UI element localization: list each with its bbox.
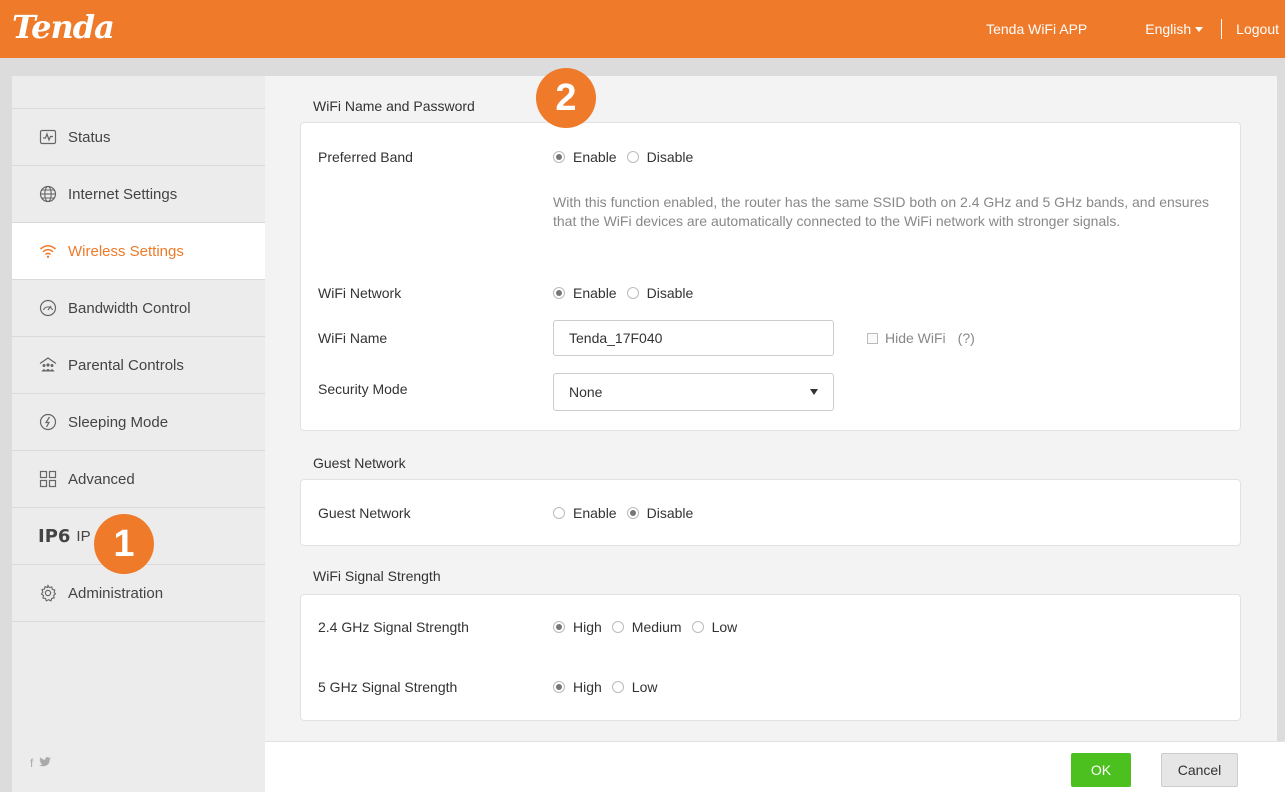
sidebar-item-bandwidth-control[interactable]: Bandwidth Control	[12, 280, 265, 337]
wifi-network-label: WiFi Network	[318, 285, 402, 301]
globe-icon	[38, 184, 58, 204]
dropdown-arrow-icon	[810, 389, 818, 395]
hide-wifi-help-link[interactable]: (?)	[958, 330, 975, 346]
language-dropdown[interactable]: English	[1145, 21, 1204, 37]
divider	[1221, 19, 1223, 39]
wifi-icon	[38, 241, 58, 261]
sidebar-item-internet-settings[interactable]: Internet Settings	[12, 166, 265, 223]
guest-network-radios: Enable Disable	[553, 505, 703, 521]
band24-signal-label: 2.4 GHz Signal Strength	[318, 619, 469, 635]
band24-signal-radios: High Medium Low	[553, 619, 747, 635]
band5-low-radio[interactable]	[611, 681, 624, 693]
guest-network-label: Guest Network	[318, 505, 411, 521]
guest-network-enable-radio[interactable]	[553, 507, 565, 519]
sleep-icon	[38, 412, 58, 432]
security-mode-value: None	[569, 384, 603, 400]
sidebar-item-label: Advanced	[68, 470, 135, 488]
hide-wifi-checkbox[interactable]	[867, 332, 878, 344]
sidebar-item-advanced[interactable]: Advanced	[12, 451, 265, 508]
hide-wifi-option: Hide WiFi (?)	[867, 330, 975, 346]
band24-medium-radio[interactable]	[611, 621, 624, 633]
preferred-band-radios: Enable Disable	[553, 149, 703, 165]
preferred-band-label: Preferred Band	[318, 149, 413, 165]
band5-signal-radios: High Low	[553, 679, 667, 695]
band24-high-radio[interactable]	[553, 621, 565, 633]
gauge-icon	[38, 298, 58, 318]
band24-low-radio[interactable]	[691, 621, 704, 633]
guest-network-disable-radio[interactable]	[626, 507, 639, 519]
band5-high-radio[interactable]	[553, 681, 565, 693]
band5-signal-label: 5 GHz Signal Strength	[318, 679, 458, 695]
ok-button[interactable]: OK	[1071, 753, 1131, 787]
sidebar-item-label: Sleeping Mode	[68, 413, 169, 431]
security-mode-select[interactable]: None	[553, 373, 834, 411]
status-pulse-icon	[38, 127, 58, 147]
top-bar: Tenda Tenda WiFi APP English Logout	[0, 0, 1285, 58]
hide-wifi-label: Hide WiFi	[885, 330, 946, 346]
annotation-badge-1: 1	[94, 514, 154, 574]
wifi-name-input[interactable]	[553, 320, 834, 356]
preferred-band-description: With this function enabled, the router h…	[553, 194, 1210, 229]
signal-section-title: WiFi Signal Strength	[313, 568, 441, 584]
sidebar-item-administration[interactable]: Administration	[12, 565, 265, 622]
ipv6-icon: IP6	[38, 525, 71, 547]
social-links: f	[30, 756, 52, 770]
preferred-band-enable-radio[interactable]	[553, 151, 565, 163]
wifi-network-radios: Enable Disable	[553, 285, 703, 301]
family-icon	[38, 355, 58, 375]
facebook-icon[interactable]: f	[30, 756, 33, 770]
sidebar: Status Internet Settings Wireless Settin…	[12, 76, 265, 792]
guest-network-card: Guest Network Enable Disable	[300, 479, 1241, 546]
top-nav: Tenda WiFi APP English Logout	[986, 0, 1285, 58]
action-footer: OK Cancel	[265, 741, 1285, 792]
sidebar-item-label: Wireless Settings	[68, 242, 184, 260]
logout-link[interactable]: Logout	[1236, 21, 1279, 37]
cancel-button[interactable]: Cancel	[1161, 753, 1238, 787]
annotation-badge-2: 2	[536, 68, 596, 128]
preferred-band-disable-radio[interactable]	[626, 151, 639, 163]
guest-section-title: Guest Network	[313, 455, 406, 471]
wifi-section-title: WiFi Name and Password	[313, 98, 475, 114]
sidebar-item-parental-controls[interactable]: Parental Controls	[12, 337, 265, 394]
sidebar-item-label: Internet Settings	[68, 185, 178, 203]
tenda-logo[interactable]: Tenda	[12, 8, 115, 46]
sidebar-item-status[interactable]: Status	[12, 109, 265, 166]
signal-strength-card: 2.4 GHz Signal Strength High Medium Low …	[300, 594, 1241, 721]
security-mode-label: Security Mode	[318, 381, 408, 397]
tenda-wifi-app-link[interactable]: Tenda WiFi APP	[986, 21, 1087, 37]
sidebar-item-wireless-settings[interactable]: Wireless Settings	[12, 223, 265, 280]
main-panel: WiFi Name and Password Preferred Band En…	[265, 76, 1277, 792]
wifi-name-label: WiFi Name	[318, 330, 388, 346]
wifi-network-disable-radio[interactable]	[626, 287, 639, 299]
language-label: English	[1145, 21, 1192, 37]
grid-icon	[38, 469, 58, 489]
sidebar-item-sleeping-mode[interactable]: Sleeping Mode	[12, 394, 265, 451]
twitter-icon[interactable]	[39, 756, 52, 770]
gear-icon	[38, 583, 58, 603]
sidebar-item-label: Parental Controls	[68, 356, 184, 374]
sidebar-item-label: Status	[68, 128, 111, 146]
wifi-settings-card: Preferred Band Enable Disable With this …	[300, 122, 1241, 431]
wifi-network-enable-radio[interactable]	[553, 287, 565, 299]
sidebar-item-label: Administration	[68, 584, 164, 602]
sidebar-item-label: Bandwidth Control	[68, 299, 191, 317]
sidebar-item-label: IP	[76, 527, 91, 545]
caret-down-icon	[1195, 26, 1204, 32]
